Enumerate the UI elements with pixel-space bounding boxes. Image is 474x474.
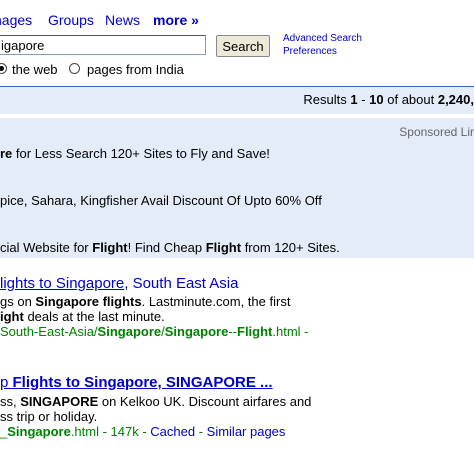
search-button[interactable]: Search (216, 35, 270, 57)
preferences-link[interactable]: Preferences (283, 46, 337, 57)
result-1-title: lights to Singapore, South East Asia (0, 275, 239, 292)
sponsored-ad-1[interactable]: re for Less Search 120+ Sites to Fly and… (0, 146, 270, 161)
scope-radio-india[interactable] (69, 63, 80, 74)
cached-link[interactable]: Cached (150, 424, 195, 439)
nav-link-images[interactable]: nages (0, 12, 32, 28)
result-2-title: p Flights to Singapore, SINGAPORE ... (0, 374, 273, 391)
scope-label-india: pages from India (87, 62, 184, 77)
result-2-snippet-line2: ss trip or holiday. (0, 409, 98, 424)
sponsored-label: Sponsored Lir (399, 125, 474, 139)
result-2-url-line: _Singapore.html - 147k - Cached - Simila… (0, 424, 286, 439)
nav-link-groups[interactable]: Groups (48, 12, 94, 28)
similar-pages-link[interactable]: Similar pages (207, 424, 286, 439)
result-2-link[interactable]: p Flights to Singapore, SINGAPORE ... (0, 374, 273, 391)
result-1-url: South-East-Asia/Singapore/Singapore--Fli… (0, 324, 309, 339)
nav-link-news[interactable]: News (105, 12, 140, 28)
result-2-snippet-line1: ss, SINGAPORE on Kelkoo UK. Discount air… (0, 394, 312, 409)
advanced-search-link[interactable]: Advanced Search (283, 33, 362, 44)
sponsored-ad-3[interactable]: cial Website for Flight! Find Cheap Flig… (0, 240, 340, 255)
result-1-snippet-line2: ight deals at the last minute. (0, 309, 165, 324)
scope-label-web: the web (12, 62, 58, 77)
scope-radio-web[interactable] (0, 63, 7, 74)
sponsored-links-box (0, 118, 474, 258)
result-1-snippet-line1: gs on Singapore flights. Lastminute.com,… (0, 294, 291, 309)
results-count: Results 1 - 10 of about 2,240, (303, 92, 474, 107)
result-1-link[interactable]: lights to Singapore (0, 275, 124, 292)
nav-link-more[interactable]: more » (153, 12, 199, 28)
sponsored-ad-2[interactable]: pice, Sahara, Kingfisher Avail Discount … (0, 193, 322, 208)
search-input[interactable] (0, 35, 206, 55)
